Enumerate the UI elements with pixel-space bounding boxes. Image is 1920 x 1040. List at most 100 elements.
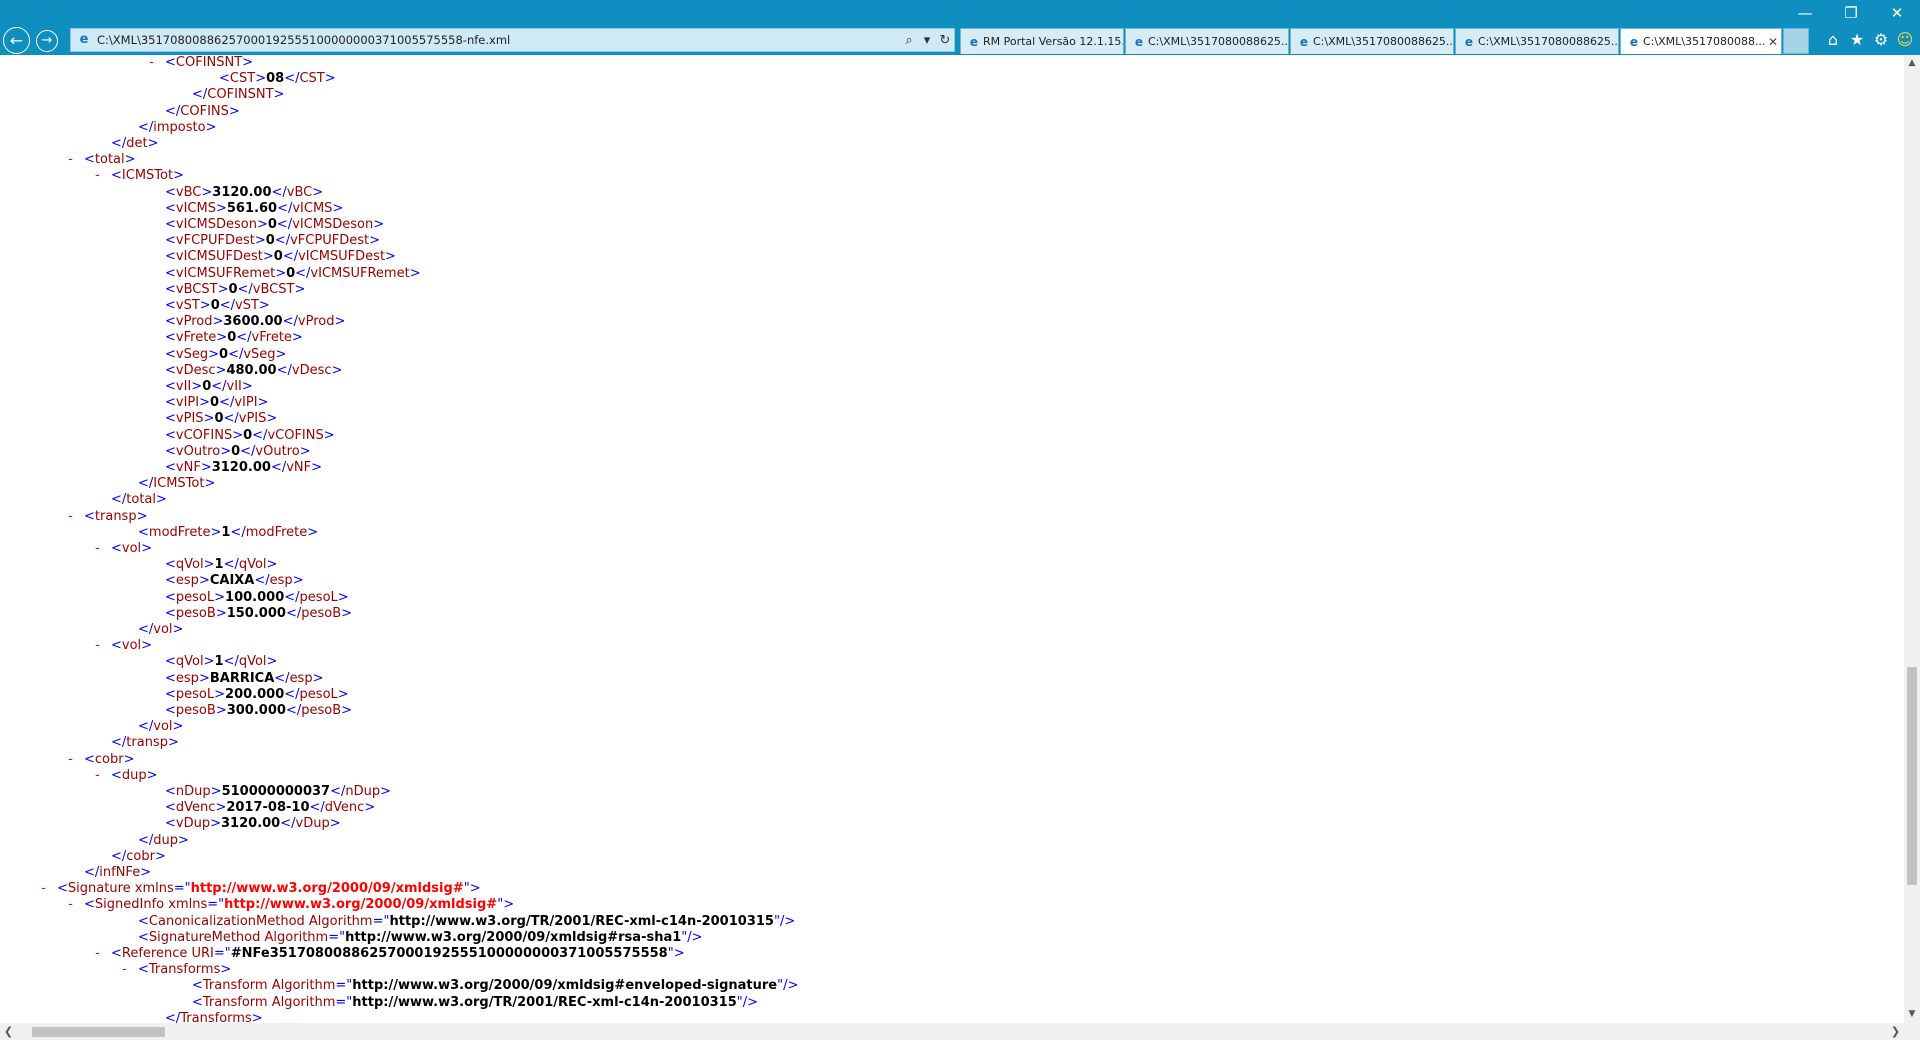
tag-bracket: </ (211, 379, 227, 394)
address-url[interactable]: C:\XML\351708008862570001925551000000003… (97, 33, 900, 47)
refresh-icon[interactable]: ↻ (936, 33, 954, 48)
address-bar[interactable]: e C:\XML\3517080088625700019255510000000… (70, 28, 955, 52)
tag-name: vDesc (291, 362, 332, 378)
tab-xml-2[interactable]: e C:\XML\3517080088625... (1290, 28, 1454, 54)
attribute-value: http://www.w3.org/2000/09/xmldsig# (190, 881, 464, 897)
tag-name: vICMS (292, 200, 333, 216)
xml-line: <SignatureMethod Algorithm="http://www.w… (138, 930, 703, 946)
tag-bracket: < (165, 427, 176, 443)
tag-bracket: > (124, 152, 136, 168)
tag-name: pesoB (175, 605, 216, 621)
new-tab-button[interactable] (1783, 28, 1809, 54)
tag-name: vol (153, 622, 173, 637)
tab-xml-3[interactable]: e C:\XML\3517080088625... (1455, 28, 1619, 54)
tab-close-icon[interactable]: ✕ (1765, 35, 1781, 49)
minimize-button[interactable]: — (1782, 0, 1828, 26)
tag-bracket: > (216, 330, 228, 346)
collapse-toggle[interactable]: - (30, 881, 57, 897)
tag-bracket: > (257, 395, 269, 411)
tag-bracket: > (273, 87, 285, 103)
tag-name: qVol (238, 557, 267, 573)
tag-bracket: </ (223, 654, 239, 670)
back-button[interactable]: ← (3, 27, 30, 54)
tag-bracket: </ (138, 119, 154, 135)
element-value: CAIXA (209, 573, 255, 589)
tag-bracket: > (409, 265, 421, 281)
tag-bracket: < (165, 379, 176, 394)
tag-name: Signature (67, 881, 131, 897)
tag-bracket: </ (111, 136, 127, 151)
collapse-toggle[interactable]: - (57, 752, 84, 768)
collapse-toggle[interactable]: - (57, 152, 84, 168)
horizontal-scrollbar[interactable]: ❮ ❯ (0, 1023, 1904, 1040)
xml-line: </transp> (111, 735, 179, 751)
scroll-left-icon[interactable]: ❮ (0, 1023, 17, 1040)
horizontal-scroll-thumb[interactable] (32, 1027, 165, 1037)
collapse-toggle[interactable]: - (84, 541, 111, 557)
tag-name: vOutro (255, 443, 300, 459)
feedback-smiley-icon[interactable]: ☺ (1896, 29, 1914, 51)
tab-label: C:\XML\3517080088... (1643, 35, 1765, 48)
xml-line: - <SignedInfo xmlns="http://www.w3.org/20… (68, 897, 515, 913)
tab-xml-1[interactable]: e C:\XML\3517080088625... (1125, 28, 1289, 54)
close-window-button[interactable]: ✕ (1874, 0, 1920, 26)
forward-button[interactable]: → (36, 30, 58, 52)
tag-name: vFCPUFDest (175, 233, 255, 249)
xml-line: <vSeg>0</vSeg> (165, 347, 286, 363)
ie-tab-icon: e (1134, 34, 1144, 49)
tag-bracket: < (138, 962, 149, 978)
tag-bracket: > (258, 298, 270, 313)
favorites-icon[interactable]: ★ (1848, 29, 1866, 51)
attribute-name: Algorithm (267, 994, 336, 1010)
tag-bracket: > (503, 897, 515, 913)
collapse-toggle[interactable]: - (84, 168, 111, 184)
xml-line: <vNF>3120.00</vNF> (165, 460, 322, 476)
collapse-toggle[interactable]: - (84, 946, 111, 962)
tag-bracket: > (172, 719, 184, 735)
settings-icon[interactable]: ⚙ (1872, 29, 1890, 51)
xml-line: <qVol>1</qVol> (165, 654, 277, 670)
vertical-scrollbar[interactable]: ▲ ▼ (1904, 55, 1920, 1023)
tag-name: modFrete (245, 524, 308, 540)
collapse-toggle[interactable]: - (111, 962, 138, 978)
tag-bracket: </ (219, 395, 235, 411)
vertical-scroll-thumb[interactable] (1907, 667, 1917, 885)
tag-name: CST (299, 71, 325, 87)
search-icon[interactable]: ⌕ (900, 33, 918, 48)
collapse-toggle[interactable]: - (57, 897, 84, 913)
tag-bracket: > (204, 476, 216, 492)
collapse-toggle[interactable]: - (138, 55, 165, 71)
tag-name: SignatureMethod (148, 929, 261, 945)
xml-line: </ICMSTot> (138, 476, 215, 492)
scroll-down-icon[interactable]: ▼ (1904, 1006, 1920, 1023)
tag-bracket: > (469, 881, 481, 897)
collapse-toggle[interactable]: - (84, 638, 111, 654)
tag-bracket: > (199, 395, 211, 411)
tag-bracket: < (138, 524, 149, 540)
tab-rm-portal[interactable]: e RM Portal Versão 12.1.15... (960, 28, 1124, 54)
address-dropdown-icon[interactable]: ▾ (918, 33, 936, 48)
tag-bracket: </ (276, 217, 293, 232)
collapse-toggle[interactable]: - (57, 509, 84, 525)
tag-bracket: < (165, 589, 176, 605)
tag-bracket: < (165, 265, 176, 281)
tag-bracket: > (291, 330, 303, 346)
xml-line: </infNFe> (84, 865, 151, 881)
tag-name: vCOFINS (175, 427, 233, 443)
home-icon[interactable]: ⌂ (1824, 29, 1842, 51)
element-value: 0 (265, 233, 275, 249)
collapse-toggle[interactable]: - (84, 768, 111, 784)
element-value: 3120.00 (221, 816, 281, 832)
restore-button[interactable]: ❐ (1828, 0, 1874, 26)
tab-xml-active[interactable]: e C:\XML\3517080088... ✕ (1620, 28, 1782, 54)
tag-bracket: > (141, 541, 153, 556)
scroll-up-icon[interactable]: ▲ (1904, 55, 1920, 72)
tag-bracket: </ (84, 865, 100, 880)
tag-name: qVol (238, 654, 267, 670)
xml-line: <CST>08</CST> (219, 71, 336, 87)
scroll-right-icon[interactable]: ❯ (1887, 1023, 1904, 1040)
tag-name: cobr (126, 848, 155, 864)
tag-bracket: /> (779, 913, 796, 929)
tag-bracket: > (266, 654, 278, 670)
tag-bracket: > (332, 200, 344, 216)
